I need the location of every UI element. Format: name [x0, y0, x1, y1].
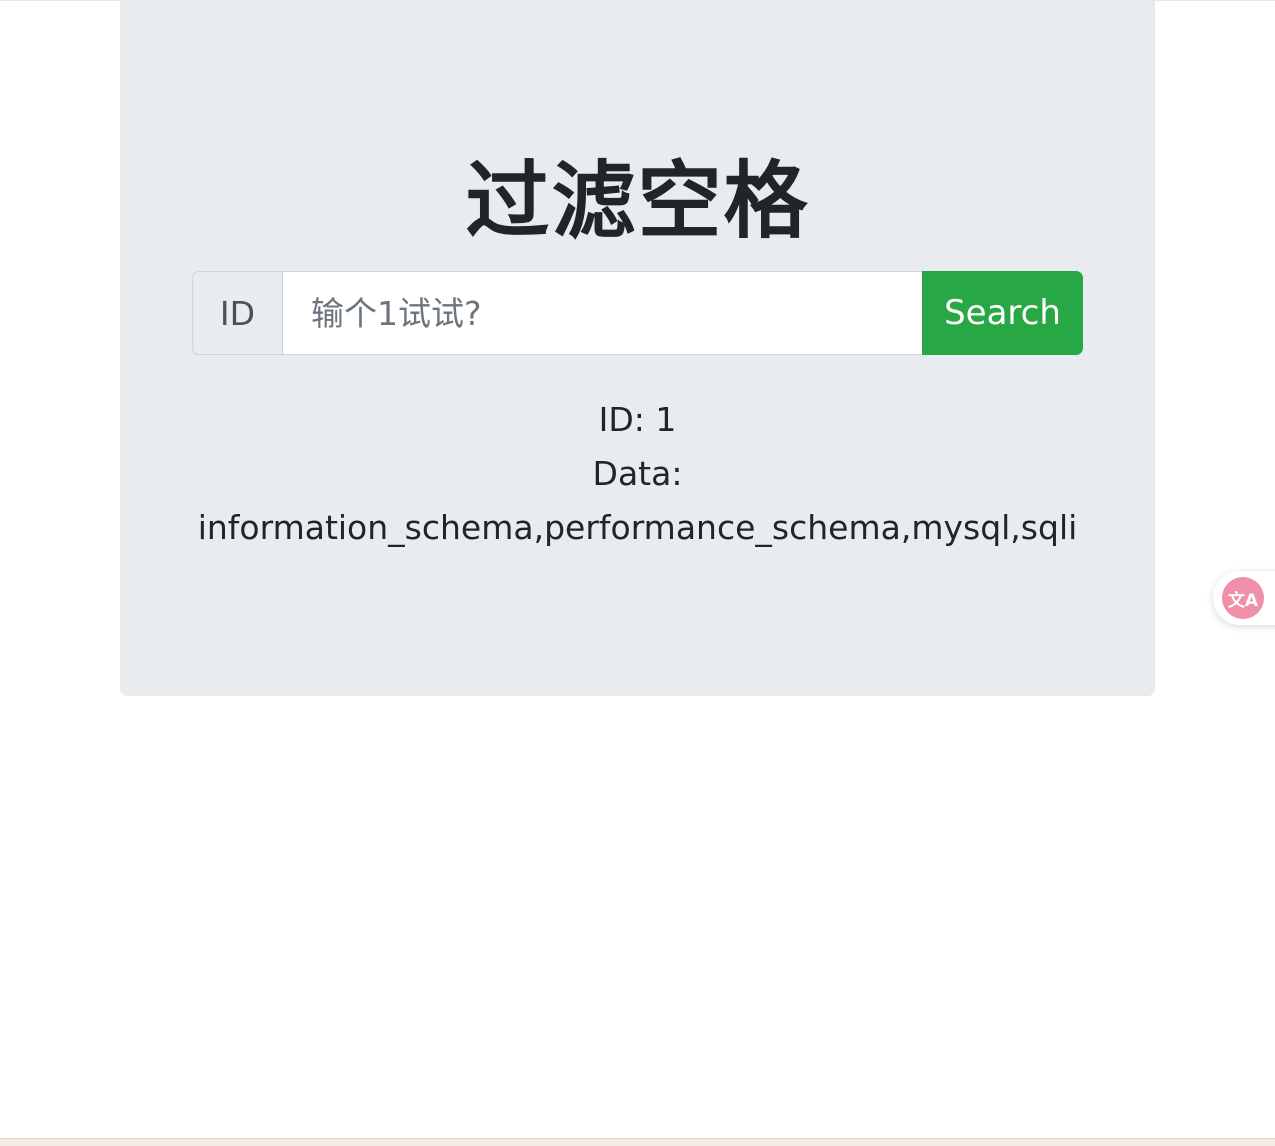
browser-viewport: 过滤空格 ID Search ID: 1 Data: information_s…: [0, 0, 1275, 1146]
page-title: 过滤空格: [465, 152, 810, 250]
id-search-input[interactable]: [282, 271, 922, 355]
window-bottom-edge: [0, 1138, 1275, 1146]
query-result: ID: 1 Data: information_schema,performan…: [120, 393, 1155, 555]
result-data-label: Data:: [592, 454, 683, 493]
result-id-line: ID: 1: [598, 400, 677, 439]
id-addon-label: ID: [192, 271, 282, 355]
translate-icon[interactable]: 文A: [1222, 577, 1264, 619]
search-form: ID Search: [192, 271, 1083, 355]
translate-widget[interactable]: 文A: [1213, 571, 1275, 625]
search-button[interactable]: Search: [922, 271, 1083, 355]
result-data-value: information_schema,performance_schema,my…: [197, 508, 1078, 547]
jumbotron-panel: 过滤空格 ID Search ID: 1 Data: information_s…: [120, 1, 1155, 696]
